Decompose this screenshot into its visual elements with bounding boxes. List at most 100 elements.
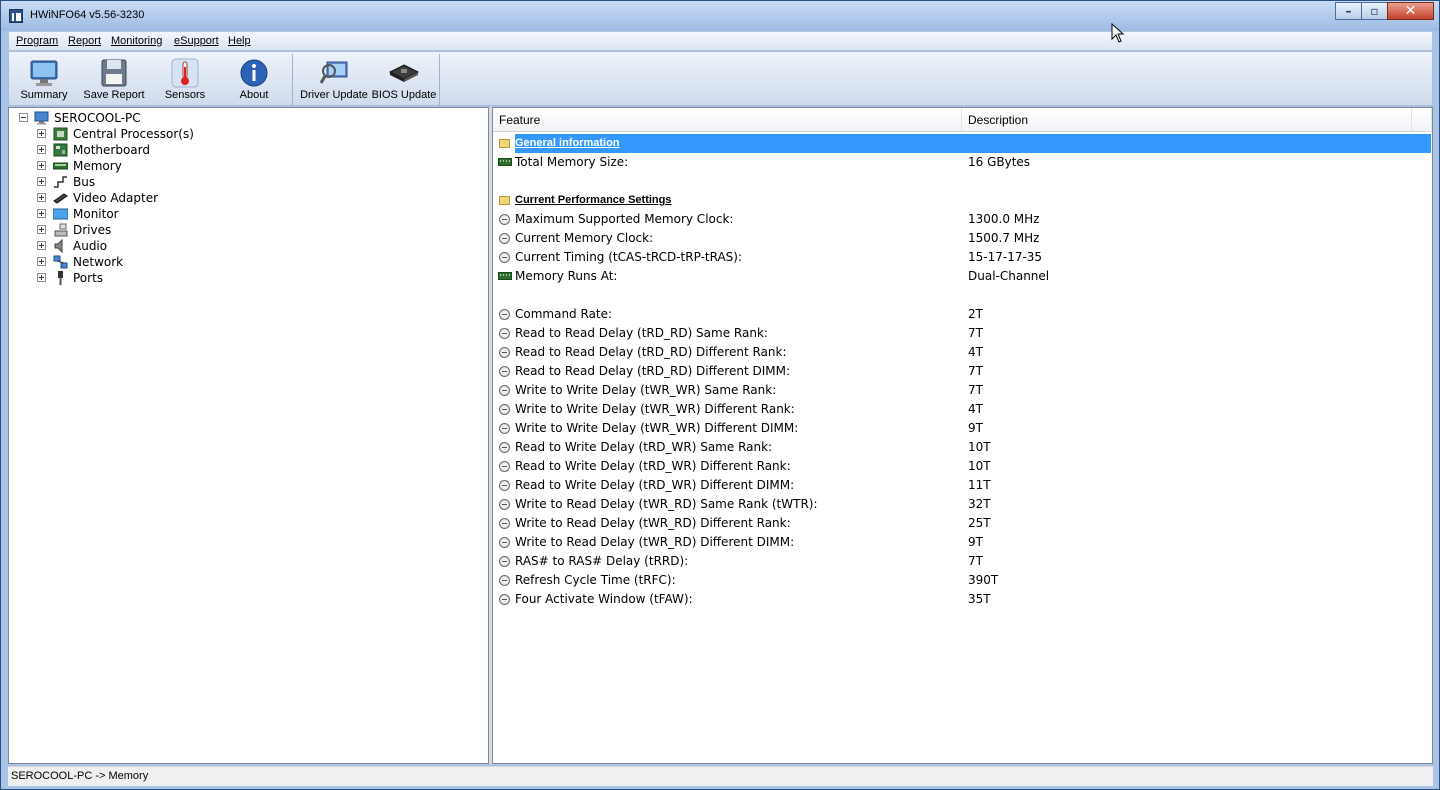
save-report-button[interactable]: Save Report (81, 54, 147, 104)
tree-item-video-adapter[interactable]: Video Adapter (35, 190, 235, 206)
tree-root[interactable]: SEROCOOL-PC (17, 110, 217, 126)
property-icon (499, 518, 510, 529)
property-icon (499, 309, 510, 320)
tree-item-label: Monitor (73, 207, 119, 221)
table-row[interactable]: Read to Write Delay (tRD_WR) Different R… (493, 457, 1432, 476)
property-icon (499, 233, 510, 244)
expand-icon[interactable] (37, 145, 46, 154)
maximize-button[interactable]: ▫ (1361, 2, 1388, 20)
table-row[interactable]: Command Rate: 2T (493, 305, 1432, 324)
table-row[interactable]: Four Activate Window (tFAW): 35T (493, 590, 1432, 609)
description-cell: 7T (968, 554, 983, 568)
table-row[interactable]: Read to Read Delay (tRD_RD) Different Ra… (493, 343, 1432, 362)
close-button[interactable]: ✕ (1387, 2, 1434, 20)
tree-item-cpu[interactable]: Central Processor(s) (35, 126, 235, 142)
table-row[interactable]: Write to Write Delay (tWR_WR) Different … (493, 419, 1432, 438)
tree-item-audio[interactable]: Audio (35, 238, 235, 254)
feature-cell: Read to Read Delay (tRD_RD) Same Rank: (515, 326, 768, 340)
section-icon (499, 139, 510, 148)
table-row[interactable]: Read to Read Delay (tRD_RD) Different DI… (493, 362, 1432, 381)
expand-icon[interactable] (37, 129, 46, 138)
table-row[interactable]: Write to Write Delay (tWR_WR) Same Rank:… (493, 381, 1432, 400)
feature-cell: Read to Read Delay (tRD_RD) Different Ra… (515, 345, 787, 359)
table-row[interactable]: Maximum Supported Memory Clock: 1300.0 MH… (493, 210, 1432, 229)
table-row[interactable]: RAS# to RAS# Delay (tRRD): 7T (493, 552, 1432, 571)
tree-item-label: Video Adapter (73, 191, 159, 205)
tree-item-label: Central Processor(s) (73, 127, 194, 141)
description-column-header[interactable]: Description (962, 108, 1412, 132)
expand-icon[interactable] (37, 161, 46, 170)
memory-icon (498, 158, 512, 166)
menu-report[interactable]: Report (68, 35, 101, 47)
title-bar[interactable]: HWiNFO64 v5.56-3230 – ▫ ✕ (1, 1, 1439, 31)
description-cell: 4T (968, 402, 983, 416)
feature-column-header[interactable]: Feature (493, 108, 962, 132)
table-row[interactable]: Write to Read Delay (tWR_RD) Different D… (493, 533, 1432, 552)
expand-icon[interactable] (37, 209, 46, 218)
table-row[interactable]: Read to Read Delay (tRD_RD) Same Rank: 7T (493, 324, 1432, 343)
table-row[interactable]: Write to Read Delay (tWR_RD) Same Rank (… (493, 495, 1432, 514)
menu-program[interactable]: Program (16, 35, 58, 47)
expand-icon[interactable] (37, 193, 46, 202)
feature-cell: Four Activate Window (tFAW): (515, 592, 693, 606)
menu-monitoring[interactable]: Monitoring (111, 35, 162, 47)
mouse-cursor-icon (1111, 23, 1125, 43)
description-cell: 15-17-17-35 (968, 250, 1043, 264)
property-icon (499, 556, 510, 567)
feature-cell: Current Timing (tCAS-tRCD-tRP-tRAS): (515, 250, 743, 264)
table-row[interactable]: Write to Read Delay (tWR_RD) Different R… (493, 514, 1432, 533)
tree-item-label: Drives (73, 223, 112, 237)
feature-cell: General information (515, 134, 1431, 153)
table-row[interactable]: Write to Write Delay (tWR_WR) Different … (493, 400, 1432, 419)
table-row[interactable]: Memory Runs At: Dual-Channel (493, 267, 1432, 286)
tree-item-network[interactable]: Network (35, 254, 235, 270)
menu-esupport[interactable]: eSupport (174, 35, 219, 47)
driver-update-button[interactable]: Driver Update (299, 54, 369, 104)
about-button[interactable]: About (221, 54, 287, 104)
bios-update-button[interactable]: BIOS Update (371, 54, 437, 104)
tree-item-monitor[interactable]: Monitor (35, 206, 235, 222)
expand-icon[interactable] (37, 257, 46, 266)
tree-item-memory[interactable]: Memory (35, 158, 235, 174)
expand-icon[interactable] (37, 225, 46, 234)
property-icon (499, 404, 510, 415)
property-icon (499, 252, 510, 263)
description-cell: 9T (968, 421, 983, 435)
device-tree[interactable]: SEROCOOL-PC Central Processor(s) Motherb… (8, 107, 489, 764)
expand-icon[interactable] (37, 241, 46, 250)
tree-item-label: Audio (73, 239, 108, 253)
property-icon (499, 385, 510, 396)
tree-item-ports[interactable]: Ports (35, 270, 235, 286)
expand-icon[interactable] (37, 273, 46, 282)
table-row[interactable]: Total Memory Size: 16 GBytes (493, 153, 1432, 172)
ports-icon (58, 271, 63, 285)
video-adapter-icon (53, 193, 68, 204)
feature-cell: Write to Read Delay (tWR_RD) Different D… (515, 535, 795, 549)
feature-cell: Read to Write Delay (tRD_WR) Different R… (515, 459, 791, 473)
description-cell: 7T (968, 326, 983, 340)
description-cell: 1500.7 MHz (968, 231, 1040, 245)
minimize-button[interactable]: – (1335, 2, 1362, 20)
feature-cell: Read to Write Delay (tRD_WR) Different D… (515, 478, 795, 492)
table-row[interactable]: Read to Write Delay (tRD_WR) Different D… (493, 476, 1432, 495)
tree-item-drives[interactable]: Drives (35, 222, 235, 238)
expand-icon[interactable] (37, 177, 46, 186)
bus-icon (54, 176, 67, 188)
description-cell: 11T (968, 478, 991, 492)
table-row[interactable]: Read to Write Delay (tRD_WR) Same Rank: 1… (493, 438, 1432, 457)
table-row[interactable]: Current Timing (tCAS-tRCD-tRP-tRAS): 15-1… (493, 248, 1432, 267)
feature-cell: Read to Write Delay (tRD_WR) Same Rank: (515, 440, 773, 454)
collapse-icon[interactable] (19, 113, 28, 122)
summary-button[interactable]: Summary (11, 54, 77, 104)
section-header-row[interactable]: Current Performance Settings (493, 191, 1432, 210)
section-header-row[interactable]: General information (493, 134, 1432, 153)
sensors-button[interactable]: Sensors (152, 54, 218, 104)
section-icon (499, 196, 510, 205)
menu-help[interactable]: Help (228, 35, 251, 47)
property-icon (499, 442, 510, 453)
tree-item-motherboard[interactable]: Motherboard (35, 142, 235, 158)
tree-item-bus[interactable]: Bus (35, 174, 235, 190)
table-row[interactable]: Refresh Cycle Time (tRFC): 390T (493, 571, 1432, 590)
table-row[interactable]: Current Memory Clock: 1500.7 MHz (493, 229, 1432, 248)
toolbar-separator (292, 54, 293, 105)
